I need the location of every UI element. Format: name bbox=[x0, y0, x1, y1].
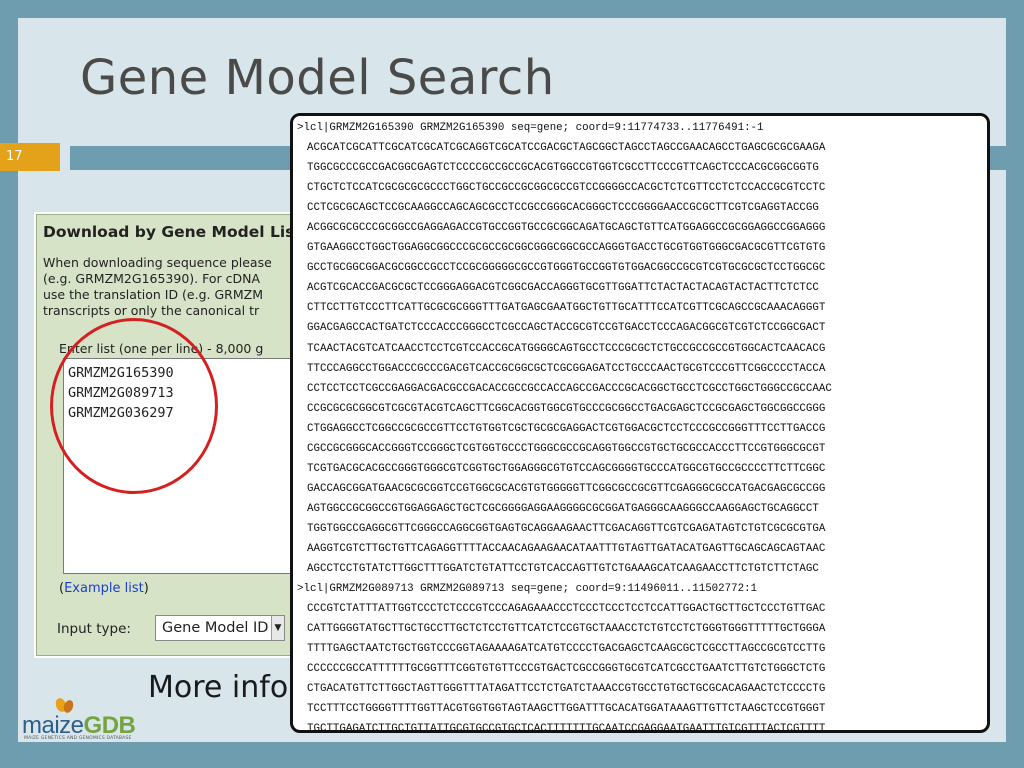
description-line: use the translation ID (e.g. GRMZM bbox=[43, 287, 263, 302]
fasta-header-line: >lcl|GRMZM2G165390 GRMZM2G165390 seq=gen… bbox=[297, 122, 764, 134]
sequence-line: TCCTTTCCTGGGGTTTTGGTTACGTGGTGGTAGTAAGCTT… bbox=[307, 703, 826, 716]
example-list-link[interactable]: Example list bbox=[64, 581, 144, 596]
description-line: (e.g. GRMZM2G165390). For cDNA bbox=[43, 271, 261, 286]
fasta-header-line: >lcl|GRMZM2G089713 GRMZM2G089713 seq=gen… bbox=[297, 583, 758, 596]
sequence-line: CCTCGCGCAGCTCCGCAAGGCCAGCAGCGCCTCCGCCGGG… bbox=[307, 202, 819, 215]
sequence-line: GTGAAGGCCTGGCTGGAGGCGGCCCGCGCCGCGGCGGGCG… bbox=[307, 242, 826, 255]
sequence-line: GACCAGCGGATGAACGCGCGGTCCGTGGCGCACGTGTGGG… bbox=[307, 482, 826, 495]
sequence-line: TGCTTGAGATCTTGCTGTTATTGCGTGCCGTGCTCACTTT… bbox=[307, 723, 826, 733]
example-close: ) bbox=[143, 581, 149, 596]
sequence-line: AAGGTCGTCTTGCTGTTCAGAGGTTTTACCAACAGAAGAA… bbox=[307, 542, 826, 555]
input-type-select[interactable]: Gene Model ID ▼ bbox=[155, 615, 285, 641]
sequence-line: ACGCATCGCATTCGCATCGCATCGCAGGTCGCATCCGACG… bbox=[307, 142, 826, 155]
sequence-line: CCGCGCGCGGCGTCGCGTACGTCAGCTTCGGCACGGTGGC… bbox=[307, 402, 826, 415]
description-line: transcripts or only the canonical tr bbox=[43, 303, 260, 318]
sequence-line: GCCTGCGGCGGACGCGGCCGCCTCCGCGGGGGCGCCGTGG… bbox=[307, 262, 826, 275]
sequence-line: CGCCGCGGGCACCGGGTCCGGGCTCGTGGTGCCCTGGGCG… bbox=[307, 442, 826, 455]
sequence-line: ACGTCGCACCGACGCGCTCCGGGAGGACGTCGGCGACCAG… bbox=[307, 282, 819, 295]
sequence-line: ACGGCGCGCCCGCGGCCGAGGAGACCGTGCCGGTGCCGCG… bbox=[307, 222, 826, 235]
panel-heading: Download by Gene Model List bbox=[43, 223, 302, 241]
sequence-line: TTCCCAGGCCTGGACCCGCCCGACGTCACCGCGGCGCTCG… bbox=[307, 362, 826, 375]
example-list: (Example list) bbox=[59, 581, 149, 596]
logo-gdb: GDB bbox=[83, 712, 136, 739]
sequence-line: CTTCCTTGTCCCTTCATTGCGCGCGGGTTTGATGAGCGAA… bbox=[307, 302, 826, 315]
sequence-line: CATTGGGGTATGCTTGCTGCCTTGCTCTCCTGTTCATCTC… bbox=[307, 623, 826, 636]
logo-tagline: MAIZE GENETICS AND GENOMICS DATABASE bbox=[24, 736, 132, 741]
sequence-line: CTGACATGTTCTTGGCTAGTTGGGTTTATAGATTCCTCTG… bbox=[307, 683, 826, 696]
sequence-line: CCTCCTCCTCGCCGAGGACGACGCCGACACCGCCGCCACC… bbox=[307, 382, 832, 395]
sequence-line: CCCCCCGCCATTTTTTGCGGTTTCGGTGTGTTCCCGTGAC… bbox=[307, 663, 826, 676]
sequence-line: GGACGAGCCACTGATCTCCCACCCGGGCCTCGCCAGCTAC… bbox=[307, 322, 826, 335]
sequence-text: >lcl|GRMZM2G165390 GRMZM2G165390 seq=gen… bbox=[297, 118, 832, 733]
more-info-text: More info bbox=[148, 670, 289, 705]
maizegdb-logo: maizeGDB MAIZE GENETICS AND GENOMICS DAT… bbox=[22, 696, 136, 744]
page-number: 17 bbox=[0, 143, 60, 171]
sequence-line: TCAACTACGTCATCAACCTCCTCGTCCACCGCATGGGGCA… bbox=[307, 342, 826, 355]
input-type-value: Gene Model ID bbox=[162, 620, 269, 636]
sequence-line: AGTGGCCGCGGCCGTGGAGGAGCTGCTCGCGGGGAGGAAG… bbox=[307, 502, 819, 515]
sequence-line: TGGCGCCCGCCGACGGCGAGTCTCCCCGCCGCCGCACGTG… bbox=[307, 162, 819, 175]
logo-maize: maize bbox=[22, 712, 84, 739]
sequence-line: AGCCTCCTGTATCTTGGCTTTGGATCTGTATTCCTGTCAC… bbox=[307, 563, 819, 576]
sequence-line: TTTTGAGCTAATCTGCTGGTCCCGGTAGAAAAGATCATGT… bbox=[307, 643, 826, 656]
sequence-output-window: >lcl|GRMZM2G165390 GRMZM2G165390 seq=gen… bbox=[290, 113, 990, 733]
input-type-label: Input type: bbox=[57, 621, 131, 637]
panel-description: When downloading sequence please (e.g. G… bbox=[43, 255, 293, 319]
sequence-line: TCGTGACGCACGCCGGGTGGGCGTCGGTGCTGGAGGGCGT… bbox=[307, 462, 826, 475]
dropdown-arrow-icon[interactable]: ▼ bbox=[271, 616, 284, 640]
sequence-line: CTGCTCTCCATCGCGCGCGCCCTGGCTGCCGCCGCGGCGC… bbox=[307, 182, 826, 195]
sequence-line: CCCGTCTATTTATTGGTCCCTCTCCCGTCCCAGAGAAACC… bbox=[307, 603, 826, 616]
slide-title: Gene Model Search bbox=[80, 50, 555, 106]
sequence-line: CTGGAGGCCTCGGCCGCGCCGTTCCTGTGGTCGCTGCGCG… bbox=[307, 422, 826, 435]
sequence-line: TGGTGGCCGAGGCGTTCGGGCCAGGCGGTGAGTGCAGGAA… bbox=[307, 522, 826, 535]
description-line: When downloading sequence please bbox=[43, 255, 272, 270]
highlight-circle bbox=[50, 318, 218, 494]
